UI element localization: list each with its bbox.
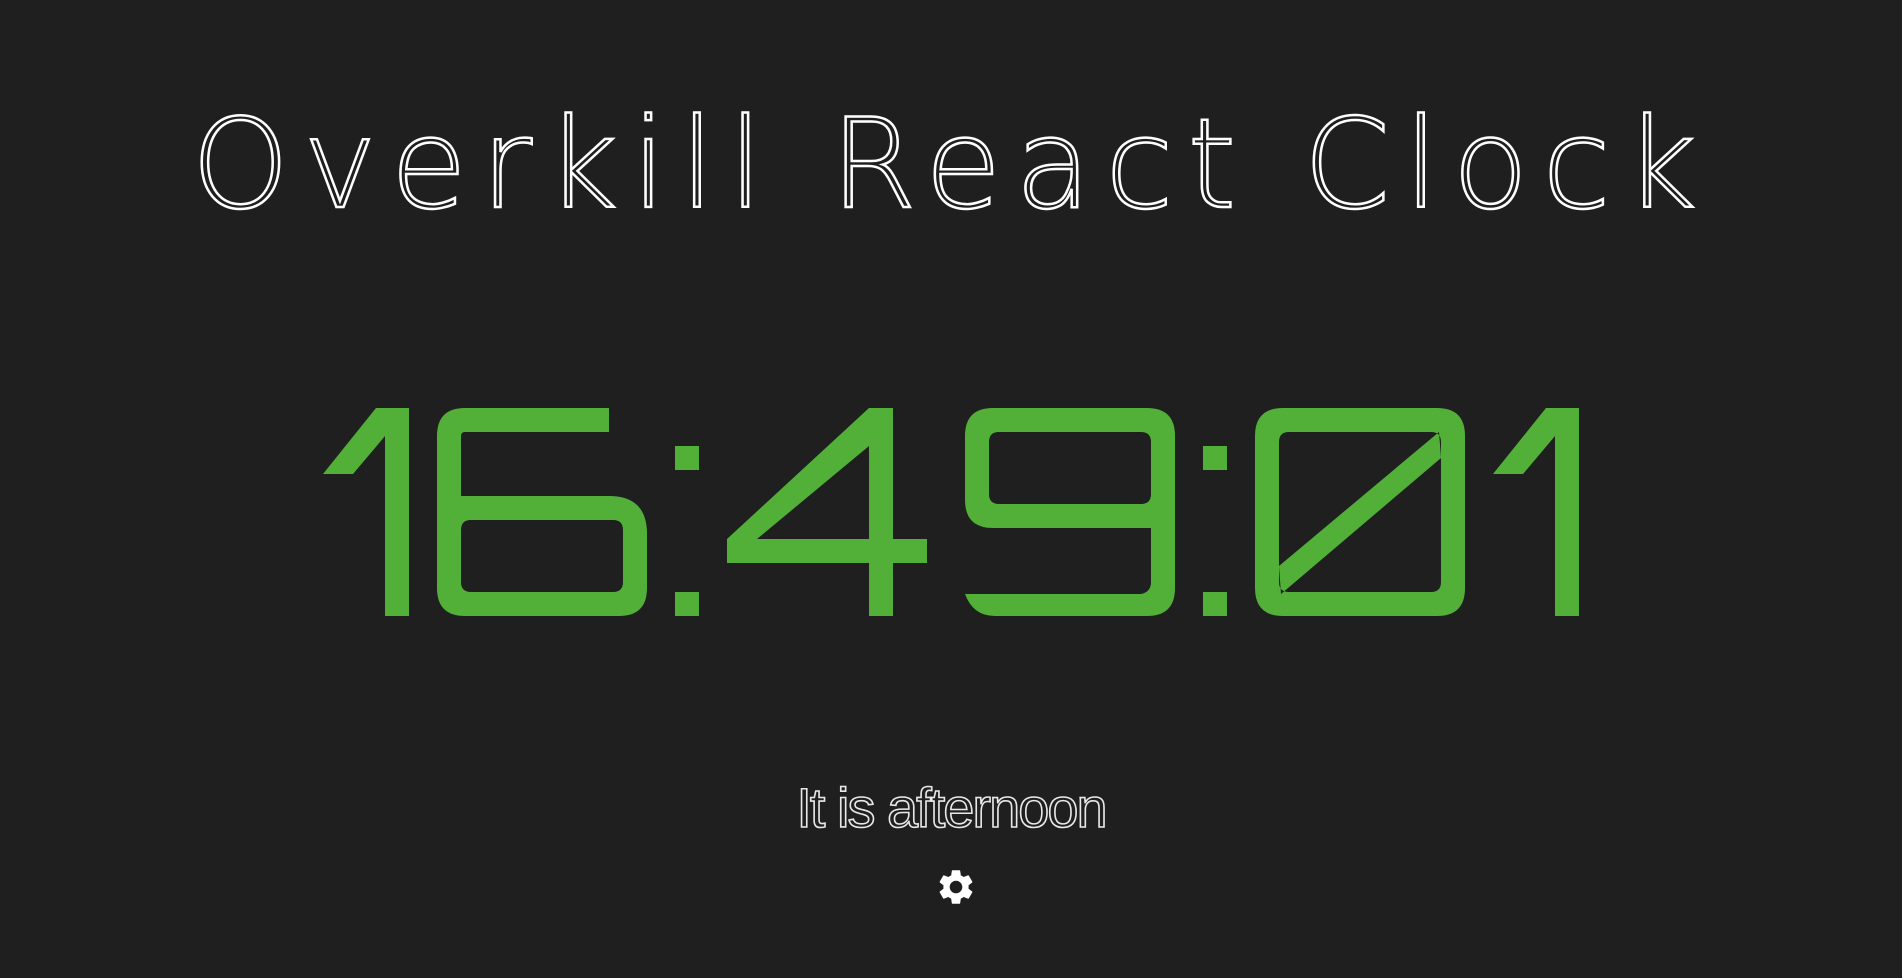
clock-digit [965, 408, 1175, 616]
settings-button[interactable] [935, 866, 977, 908]
clock-separator [1203, 446, 1227, 616]
digital-clock [0, 408, 1902, 623]
clock-display [323, 408, 1579, 616]
clock-digit [727, 408, 927, 616]
time-of-day-text: It is afternoon [796, 775, 1109, 840]
time-of-day-message: It is afternoon [0, 772, 1902, 844]
clock-separator [675, 446, 699, 616]
gear-icon [939, 870, 973, 904]
clock-digit [1255, 408, 1465, 616]
page-title: Overkill React Clock [0, 70, 1902, 260]
page-title-text: Overkill React Clock [190, 92, 1711, 239]
clock-page: Overkill React Clock It is afternoon [0, 0, 1902, 978]
clock-digit [1493, 408, 1579, 616]
clock-digit [437, 408, 647, 616]
clock-digit [323, 408, 409, 616]
